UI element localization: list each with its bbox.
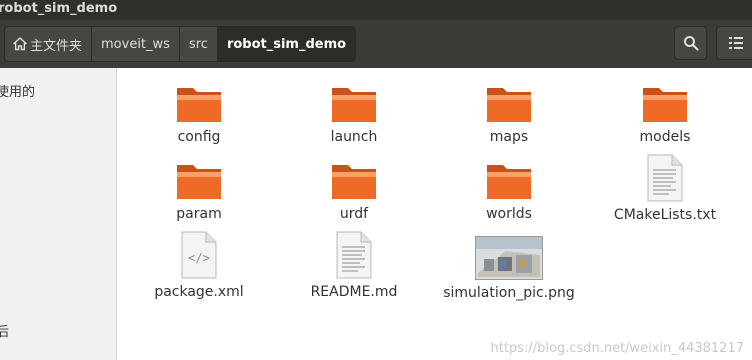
- breadcrumb-label: src: [188, 36, 208, 52]
- header-bar: 主文件夹 moveit_ws src robot_sim_demo: [0, 20, 752, 68]
- folder-icon: [641, 84, 689, 124]
- file-name: maps: [489, 129, 529, 145]
- sidebar-item[interactable]: 后: [0, 321, 9, 340]
- file-item-maps[interactable]: maps: [434, 84, 584, 146]
- breadcrumb-label: robot_sim_demo: [226, 36, 347, 52]
- folder-icon: [175, 161, 223, 201]
- sidebar-item-recent[interactable]: 使用的: [0, 81, 35, 100]
- file-name: CMakeLists.txt: [613, 207, 717, 223]
- title-bar: robot_sim_demo: [0, 0, 752, 20]
- image-thumbnail: [475, 236, 543, 280]
- window-title: robot_sim_demo: [0, 1, 118, 16]
- file-item-package-xml[interactable]: </> package.xml: [124, 231, 274, 301]
- file-item-param[interactable]: param: [124, 161, 274, 223]
- folder-icon: [330, 161, 378, 201]
- file-grid: config launch maps models param urdf wor…: [117, 68, 752, 360]
- text-file-icon: [334, 231, 374, 279]
- file-item-models[interactable]: models: [590, 84, 740, 146]
- folder-icon: [485, 84, 533, 124]
- file-item-config[interactable]: config: [124, 84, 274, 146]
- search-icon: [683, 36, 699, 51]
- breadcrumb-home-label: 主文件夹: [30, 38, 83, 54]
- watermark: https://blog.csdn.net/weixin_44381217: [490, 341, 744, 356]
- sidebar-item-label: 使用的: [0, 85, 36, 100]
- list-view-icon: [729, 37, 743, 49]
- file-name: param: [176, 206, 222, 222]
- breadcrumb-current[interactable]: robot_sim_demo: [217, 27, 356, 61]
- file-name: simulation_pic.png: [443, 285, 575, 301]
- folder-icon: [330, 84, 378, 124]
- file-name: worlds: [486, 206, 532, 222]
- file-item-cmakelists[interactable]: CMakeLists.txt: [590, 154, 740, 224]
- file-item-urdf[interactable]: urdf: [279, 161, 429, 223]
- breadcrumb-moveit-ws[interactable]: moveit_ws: [92, 27, 180, 61]
- sidebar: 使用的 . 后: [0, 68, 117, 360]
- file-name: models: [639, 129, 691, 145]
- file-name: urdf: [339, 206, 369, 222]
- file-item-worlds[interactable]: worlds: [434, 161, 584, 223]
- folder-icon: [485, 161, 533, 201]
- breadcrumb-home[interactable]: 主文件夹: [5, 27, 93, 61]
- file-item-launch[interactable]: launch: [279, 84, 429, 146]
- breadcrumb-label: moveit_ws: [101, 36, 170, 52]
- file-name: config: [177, 129, 221, 145]
- xml-file-icon: </>: [179, 231, 219, 279]
- file-item-readme[interactable]: README.md: [279, 231, 429, 301]
- text-file-icon: [645, 154, 685, 202]
- breadcrumb: 主文件夹 moveit_ws src robot_sim_demo: [4, 26, 357, 62]
- sidebar-item-label: 后: [0, 325, 10, 340]
- svg-text:</>: </>: [188, 251, 210, 265]
- file-name: README.md: [310, 284, 398, 300]
- folder-icon: [175, 84, 223, 124]
- search-button[interactable]: [674, 26, 707, 60]
- file-item-simulation-pic[interactable]: simulation_pic.png: [434, 236, 584, 302]
- file-name: package.xml: [154, 284, 244, 300]
- breadcrumb-src[interactable]: src: [180, 27, 218, 61]
- view-toggle-button[interactable]: [716, 26, 752, 60]
- file-name: launch: [330, 129, 378, 145]
- home-icon: [13, 37, 27, 51]
